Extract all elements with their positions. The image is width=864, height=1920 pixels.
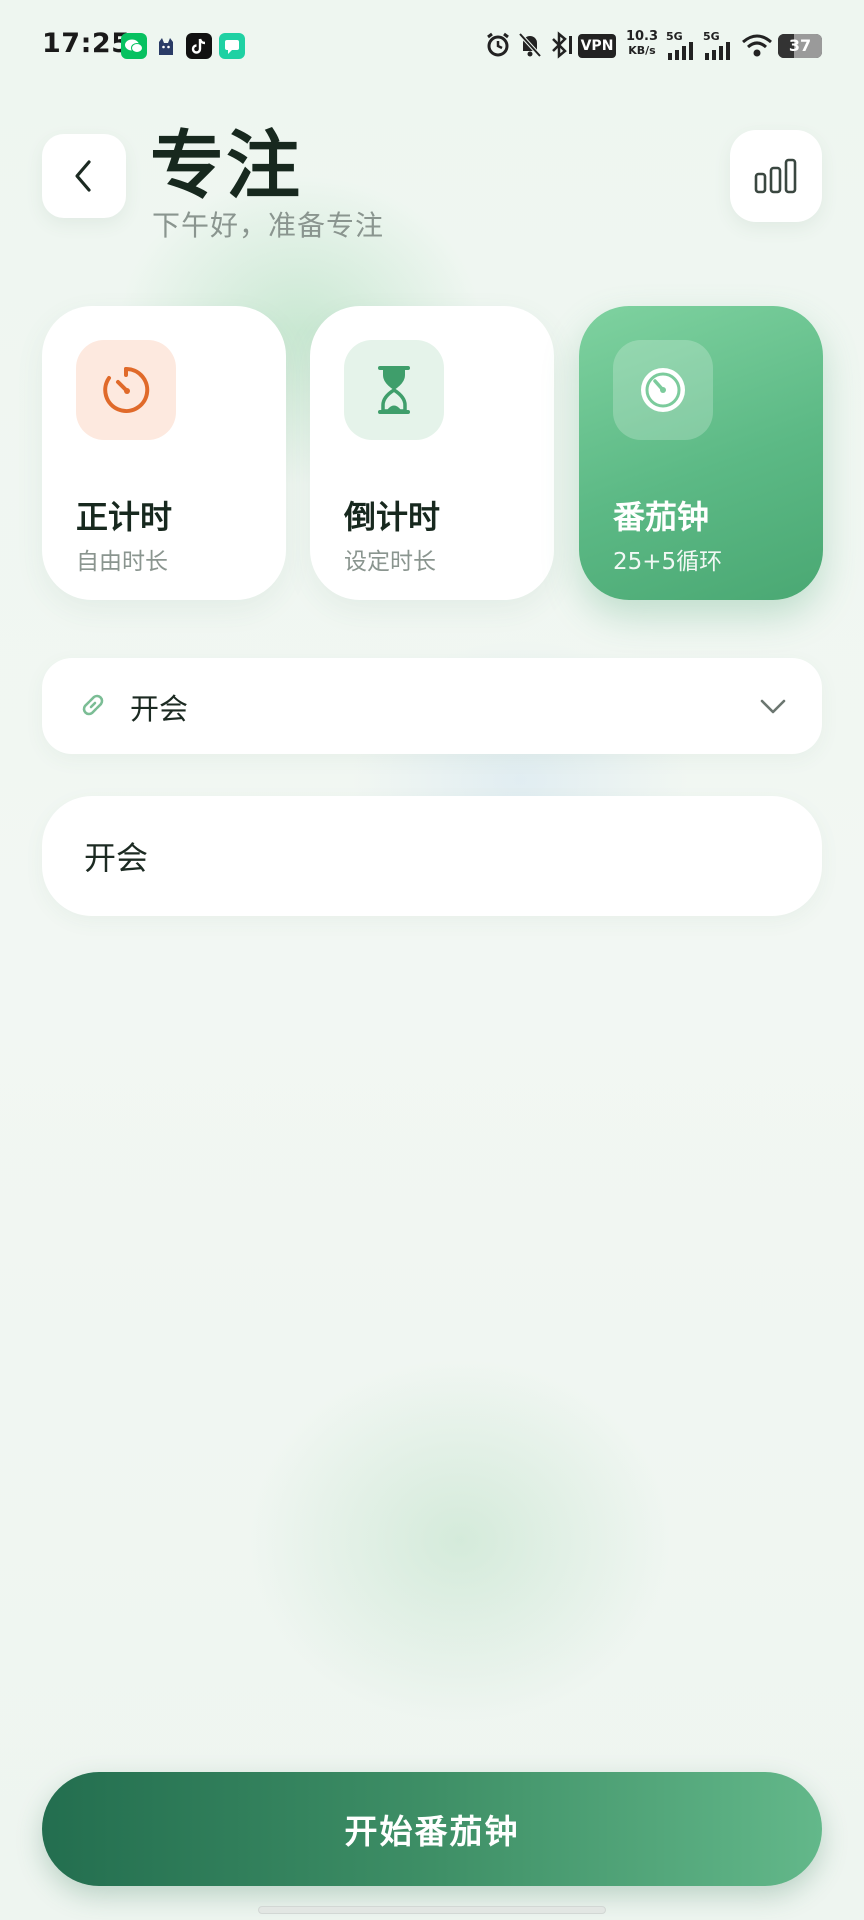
stopwatch-icon bbox=[103, 366, 150, 413]
link-icon bbox=[82, 694, 104, 716]
battery-icon: 37 bbox=[778, 34, 822, 58]
mode-subtitle: 25+5循环 bbox=[613, 549, 723, 575]
status-bar: 17:25 VPN 10.3 KB/s 5G 5G 37 bbox=[0, 0, 864, 90]
stopwatch-icon-wrap bbox=[76, 340, 176, 440]
mute-bell-icon bbox=[518, 32, 542, 58]
battery-level: 37 bbox=[788, 36, 812, 55]
hourglass-icon-wrap bbox=[344, 340, 444, 440]
mode-title: 倒计时 bbox=[344, 498, 441, 536]
page-title: 专注 bbox=[150, 123, 302, 209]
mode-card-pomodoro[interactable]: 番茄钟 25+5循环 bbox=[579, 306, 823, 600]
hourglass-icon bbox=[378, 366, 410, 414]
timer-icon-wrap bbox=[613, 340, 713, 440]
tiktok-icon bbox=[186, 33, 212, 59]
task-name-input[interactable] bbox=[42, 796, 822, 916]
start-pomodoro-button[interactable]: 开始番茄钟 bbox=[42, 1772, 822, 1886]
bluetooth-icon bbox=[552, 31, 572, 59]
vpn-badge: VPN bbox=[578, 34, 616, 58]
net-speed-unit: KB/s bbox=[628, 44, 656, 57]
mode-title: 番茄钟 bbox=[613, 498, 710, 536]
net-speed-value: 10.3 bbox=[625, 29, 659, 44]
alarm-icon bbox=[487, 32, 509, 57]
home-indicator[interactable] bbox=[258, 1906, 606, 1914]
mode-card-stopwatch[interactable]: 正计时 自由时长 bbox=[42, 306, 286, 600]
page-subtitle: 下午好，准备专注 bbox=[152, 209, 385, 242]
timer-icon bbox=[641, 368, 685, 412]
net-speed: 10.3 KB/s bbox=[624, 30, 660, 58]
cat-icon bbox=[153, 33, 179, 59]
linked-task-value: 开会 bbox=[130, 692, 189, 726]
bar-chart-icon bbox=[754, 158, 797, 194]
wifi-icon bbox=[742, 34, 772, 57]
wechat-icon bbox=[121, 33, 147, 59]
linked-task-select[interactable]: 开会 bbox=[42, 658, 822, 754]
background bbox=[0, 0, 864, 1920]
chevron-left-icon bbox=[75, 160, 91, 192]
back-button[interactable] bbox=[42, 134, 126, 218]
mode-subtitle: 设定时长 bbox=[344, 549, 436, 575]
mode-card-countdown[interactable]: 倒计时 设定时长 bbox=[310, 306, 554, 600]
mode-title: 正计时 bbox=[76, 498, 173, 536]
message-icon bbox=[219, 33, 245, 59]
status-time: 17:25 bbox=[42, 28, 131, 59]
signal-icon: 5G bbox=[666, 30, 700, 60]
mode-subtitle: 自由时长 bbox=[76, 549, 168, 575]
chevron-down-icon bbox=[760, 699, 786, 714]
stats-button[interactable] bbox=[730, 130, 822, 222]
signal-icon: 5G bbox=[703, 30, 737, 60]
